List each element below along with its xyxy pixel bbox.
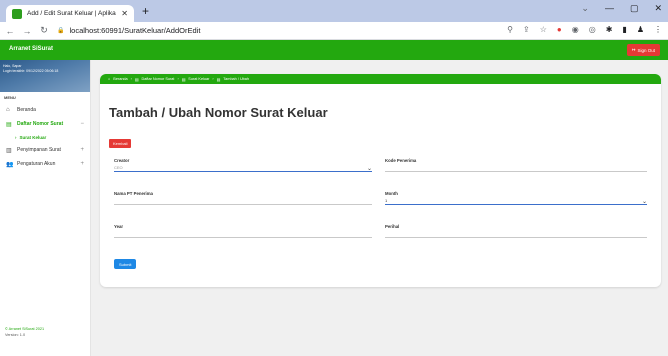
page-title: Tambah / Ubah Nomor Surat Keluar <box>109 105 328 120</box>
users-icon: 👥 <box>6 161 14 168</box>
window-controls: ⌄ — ▢ ✕ <box>581 3 662 14</box>
version-text: Version: 1.0 <box>5 333 26 337</box>
year-label: Year <box>114 224 124 229</box>
browser-toolbar: ← → ↻ 🔒 localhost:60991/SuratKeluar/AddO… <box>0 22 668 40</box>
reload-icon[interactable]: ↻ <box>37 25 51 36</box>
nama-pt-penerima-underline <box>114 204 372 205</box>
opera-extension-icon[interactable]: ● <box>557 25 562 34</box>
forward-arrow-icon[interactable]: → <box>20 26 34 36</box>
sidebar-item-beranda[interactable]: ⌂ Beranda <box>0 103 90 117</box>
share-icon[interactable]: ⇪ <box>523 25 530 34</box>
tab-title: Add / Edit Surat Keluar | Aplikasi <box>27 10 117 17</box>
sidebar-item-penyimpanan-surat[interactable]: ▥ Penyimpanan Surat + <box>0 143 90 157</box>
user-panel: Halo, Sapar Login terakhir: 09/12/2022 0… <box>0 60 90 92</box>
sidebar: Halo, Sapar Login terakhir: 09/12/2022 0… <box>0 60 91 356</box>
breadcrumb-separator: › <box>212 77 214 81</box>
sidebar-item-label: Daftar Nomor Surat <box>17 121 64 127</box>
nama-pt-penerima-field: Nama PT Penerima <box>114 191 372 205</box>
new-tab-button[interactable]: + <box>142 5 149 17</box>
archive-icon: ▥ <box>6 147 12 154</box>
brand-name[interactable]: Arranet SiSurat <box>9 46 53 52</box>
close-window-icon[interactable]: ✕ <box>654 3 662 14</box>
browser-tab[interactable]: Add / Edit Surat Keluar | Aplikasi ✕ <box>6 5 134 22</box>
creator-select[interactable]: CEO <box>114 165 123 170</box>
creator-label: Creator <box>114 158 130 163</box>
perihal-underline <box>385 237 647 238</box>
nama-pt-penerima-label: Nama PT Penerima <box>114 191 153 196</box>
home-icon: ⌂ <box>108 77 111 81</box>
expand-icon[interactable]: + <box>80 161 84 167</box>
address-bar[interactable]: 🔒 localhost:60991/SuratKeluar/AddOrEdit <box>57 26 200 35</box>
sign-out-button[interactable]: ↦ Sign Out <box>626 44 660 56</box>
breadcrumb: ⌂ Beranda › ▤ Daftar Nomor Surat › ▤ Sur… <box>100 74 661 84</box>
kode-penerima-field: Kode Penerima <box>385 158 647 172</box>
app-favicon-icon <box>12 8 22 19</box>
back-button[interactable]: Kembali <box>109 139 132 148</box>
breadcrumb-separator: › <box>177 77 179 81</box>
creator-field: Creator CEO ⌄ <box>114 158 372 172</box>
sign-out-label: Sign Out <box>637 47 655 53</box>
breadcrumb-item-surat-keluar[interactable]: Surat Keluar <box>188 77 209 81</box>
puzzle-extension-icon[interactable]: ✱ <box>606 25 613 34</box>
camera-extension-icon[interactable]: ◉ <box>572 25 579 34</box>
browser-tab-bar: Add / Edit Surat Keluar | Aplikasi ✕ + ⌄… <box>0 0 668 22</box>
sidebar-subitem-surat-keluar[interactable]: › Surat Keluar <box>0 131 90 143</box>
collapse-icon[interactable]: − <box>80 121 84 127</box>
lock-icon: 🔒 <box>57 28 65 34</box>
last-login: Login terakhir: 09/12/2022 05:06:18 <box>3 69 59 73</box>
year-underline <box>114 237 372 238</box>
kode-penerima-label: Kode Penerima <box>385 158 417 163</box>
bookmark-star-icon[interactable]: ☆ <box>540 25 547 34</box>
perihal-label: Perihal <box>385 224 400 229</box>
sidebar-subitem-label: Surat Keluar <box>19 134 47 140</box>
breadcrumb-item-current: Tambah / Ubah <box>223 77 250 81</box>
sidepanel-icon[interactable]: ▮ <box>622 25 626 34</box>
minimize-icon[interactable]: — <box>605 3 614 14</box>
breadcrumb-separator: › <box>130 77 132 81</box>
sidebar-item-label: Beranda <box>17 107 36 113</box>
document-icon: ▤ <box>181 77 186 82</box>
home-icon: ⌂ <box>6 107 10 113</box>
sidebar-footer: © Arranet SiSurat 2021 Version: 1.0 <box>5 326 44 338</box>
back-arrow-icon[interactable]: ← <box>3 26 17 36</box>
expand-icon[interactable]: + <box>80 147 84 153</box>
kode-penerima-underline <box>385 171 647 172</box>
tab-close-icon[interactable]: ✕ <box>121 9 128 18</box>
month-field: Month 1 ⌄ <box>385 191 647 205</box>
document-icon: ▤ <box>216 77 221 82</box>
document-icon: ▤ <box>134 77 139 82</box>
tab-search-icon[interactable]: ⌄ <box>581 3 589 14</box>
sidebar-item-pengaturan-akun[interactable]: 👥 Pengaturan Akun + <box>0 157 90 171</box>
sidebar-item-label: Pengaturan Akun <box>17 161 56 167</box>
year-field: Year <box>114 224 372 238</box>
sidebar-item-label: Penyimpanan Surat <box>17 147 61 153</box>
sign-out-icon: ↦ <box>631 47 636 52</box>
sidebar-item-daftar-nomor-surat[interactable]: ▤ Daftar Nomor Surat − <box>0 117 90 131</box>
toolbar-icons: ⚲ ⇪ ☆ ● ◉ ◎ ✱ ▮ ♟ ⋮ <box>507 25 662 34</box>
kebab-menu-icon[interactable]: ⋮ <box>654 25 662 34</box>
perihal-field: Perihal <box>385 224 647 238</box>
month-label: Month <box>385 191 398 196</box>
user-greeting: Halo, Sapar <box>3 64 22 68</box>
breadcrumb-item-daftar[interactable]: Daftar Nomor Surat <box>142 77 175 81</box>
form-card: ⌂ Beranda › ▤ Daftar Nomor Surat › ▤ Sur… <box>100 74 661 287</box>
app-header: Arranet SiSurat ↦ Sign Out <box>0 40 668 60</box>
month-underline <box>385 204 647 205</box>
maximize-icon[interactable]: ▢ <box>630 3 639 14</box>
zoom-icon[interactable]: ⚲ <box>507 25 513 34</box>
extension-circle-icon[interactable]: ◎ <box>589 25 596 34</box>
month-select[interactable]: 1 <box>385 198 387 203</box>
breadcrumb-item-beranda[interactable]: Beranda <box>113 77 127 81</box>
profile-avatar-icon[interactable]: ♟ <box>637 25 644 34</box>
document-icon: ▤ <box>6 121 12 128</box>
menu-heading: MENU <box>4 95 16 100</box>
chevron-right-icon: › <box>15 134 17 140</box>
creator-underline <box>114 171 372 172</box>
url-text: localhost:60991/SuratKeluar/AddOrEdit <box>69 26 201 35</box>
submit-button[interactable]: Submit <box>114 259 137 269</box>
